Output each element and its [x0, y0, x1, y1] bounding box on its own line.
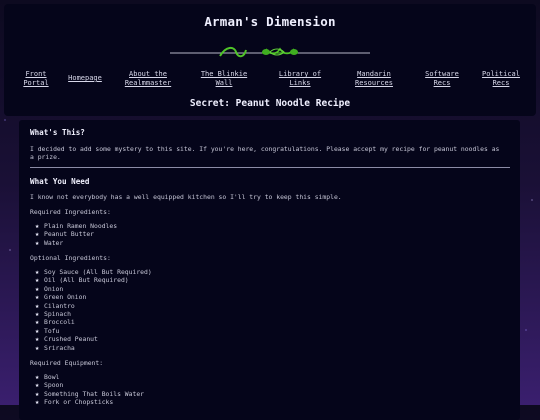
required-equipment-list: ★ Bowl ★ Spoon ★ Something That Boils Water… [35, 373, 144, 407]
list-item: ★ Onion [35, 284, 64, 293]
star-icon: ★ [35, 230, 40, 239]
star-icon: ★ [35, 238, 40, 247]
list-item: ★ Soy Sauce (All But Required) [35, 268, 152, 276]
star-icon: ★ [35, 373, 40, 381]
list-item: ★ Spoon [35, 381, 64, 390]
site-header: Arman's Dimension Front Portal Homepage … [4, 4, 536, 116]
nav-homepage[interactable]: Homepage [60, 74, 110, 83]
list-item: ★ Broccoli [35, 318, 75, 327]
nav-front-portal[interactable]: Front Portal [12, 70, 60, 88]
list-item: ★ Plain Ramen Noodles [35, 222, 118, 230]
what-you-need-heading: What You Need [30, 177, 90, 186]
list-item: ★ Peanut Butter [35, 230, 95, 239]
nav-political-recs[interactable]: Political Recs [476, 70, 526, 88]
main-nav: Front Portal Homepage About the Realmmas… [4, 67, 536, 91]
star-icon: ★ [35, 398, 40, 407]
nav-the-blinkie-wall[interactable]: The Blinkie Wall [196, 70, 252, 88]
star-icon: ★ [35, 326, 40, 335]
nav-about-the-realmmaster[interactable]: About the Realmmaster [116, 70, 180, 88]
what-you-need-intro: I know not everybody has a well equipped… [30, 193, 342, 201]
star-icon: ★ [35, 318, 40, 327]
star-icon: ★ [35, 222, 40, 230]
required-ingredients-label: Required Ingredients: [30, 208, 111, 216]
site-title: Arman's Dimension [204, 14, 336, 29]
required-ingredients-list: ★ Plain Ramen Noodles ★ Peanut Butter ★ Wat… [35, 222, 117, 247]
star-icon: ★ [35, 381, 40, 390]
nav-mandarin-resources[interactable]: Mandarin Resources [344, 70, 404, 88]
star-icon: ★ [35, 268, 40, 276]
list-item: ★ Cilantro [35, 301, 75, 310]
star-icon: ★ [35, 284, 40, 293]
optional-ingredients-list: ★ Soy Sauce (All But Required) ★ Oil (All … [35, 268, 152, 352]
list-item: ★ Oil (All But Required) [35, 276, 129, 285]
content-panel: What's This? I decided to add some myste… [19, 120, 520, 420]
optional-ingredients-label: Optional Ingredients: [30, 254, 111, 262]
list-item: ★ Fork or Chopsticks [35, 398, 114, 407]
list-item: ★ Sriracha [35, 343, 75, 352]
star-icon: ★ [35, 335, 40, 344]
required-equipment-label: Required Equipment: [30, 359, 104, 367]
star-icon: ★ [35, 276, 40, 285]
list-item: ★ Water [35, 238, 64, 247]
page-subtitle: Secret: Peanut Noodle Recipe [189, 98, 351, 109]
star-icon: ★ [35, 389, 40, 398]
list-item: ★ Green Onion [35, 293, 87, 302]
whats-this-heading: What's This? [30, 128, 85, 137]
nav-library-of-links[interactable]: Library of Links [272, 70, 328, 88]
list-item: ★ Tofu [35, 326, 60, 335]
star-icon: ★ [35, 293, 40, 302]
whats-this-text: I decided to add some mystery to this si… [30, 145, 500, 162]
star-icon: ★ [35, 309, 40, 318]
nav-software-recs[interactable]: Software Recs [418, 70, 466, 88]
star-icon: ★ [35, 301, 40, 310]
star-icon: ★ [35, 343, 40, 352]
list-item: ★ Bowl [35, 373, 60, 381]
list-item: ★ Crushed Peanut [35, 335, 98, 344]
vine-divider-icon [170, 46, 370, 58]
list-item: ★ Spinach [35, 309, 71, 318]
section-divider [30, 167, 510, 168]
list-item: ★ Something That Boils Water [35, 389, 145, 398]
